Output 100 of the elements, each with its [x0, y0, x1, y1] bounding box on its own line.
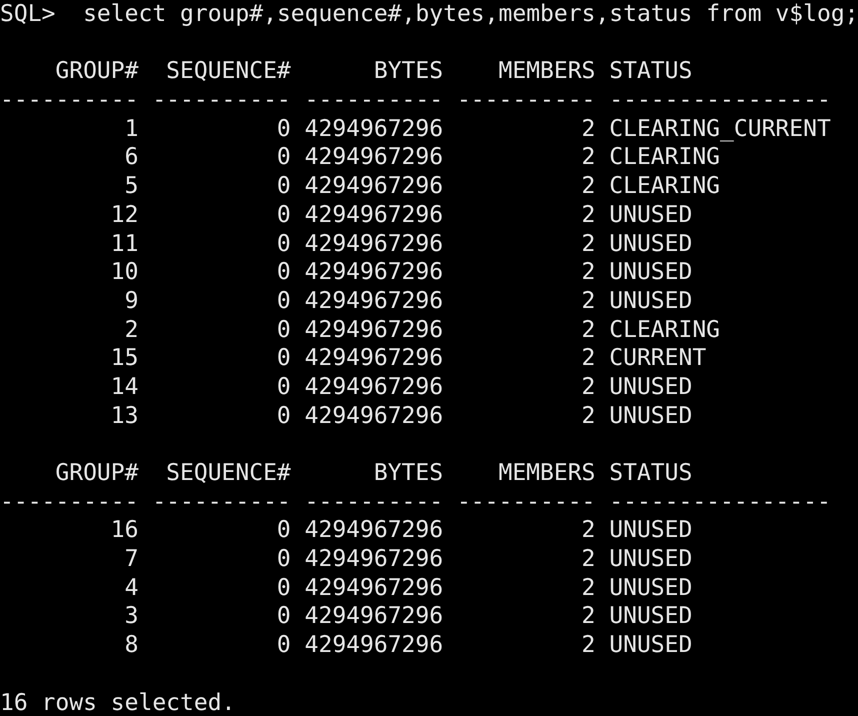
table-cell-text: 2	[580, 516, 596, 546]
table-cell-text: 3	[124, 602, 138, 632]
table-cell-text: UNUSED	[609, 602, 694, 632]
table-cell: CLEARING_CURRENT	[609, 114, 831, 144]
table-cell: 4294967296	[304, 286, 444, 316]
table-cell-text: 7	[124, 545, 138, 574]
table-cell-text: 12	[110, 200, 138, 230]
table-cell: 4294967296	[304, 402, 444, 430]
table-cell: 4294967296	[304, 172, 444, 201]
table-cell-text: 0	[276, 402, 291, 430]
table-cell-text: UNUSED	[609, 286, 694, 316]
separator-dashes: ----------	[152, 86, 291, 115]
column-header: GROUP#	[54, 57, 138, 86]
column-header: SEQUENCE#	[165, 57, 291, 86]
table-cell: 4294967296	[304, 200, 444, 230]
separator-dashes: ----------	[456, 86, 596, 115]
table-cell-text: 2	[580, 545, 596, 574]
table-cell-text: 1	[124, 114, 138, 144]
column-header: GROUP#	[54, 459, 138, 488]
table-cell-text: 2	[580, 172, 596, 201]
table-cell-text: UNUSED	[609, 574, 694, 602]
separator-dashes: ----------	[0, 488, 138, 516]
table-cell-text: 2	[580, 574, 596, 602]
column-header: STATUS	[609, 459, 694, 488]
table-cell-text: 0	[276, 114, 291, 144]
table-cell-text: 2	[580, 631, 596, 660]
column-header: BYTES	[372, 57, 444, 86]
table-cell-text: 0	[276, 631, 291, 660]
table-cell-text: 16	[110, 516, 138, 546]
sql-command: select group#,sequence#,bytes,members,status from v$log;	[83, 0, 858, 29]
table-cell: 4294967296	[304, 574, 444, 602]
table-cell-text: UNUSED	[609, 230, 694, 258]
table-cell-text: 2	[124, 316, 138, 344]
table-cell-text: 4	[124, 574, 138, 602]
table-cell-text: 0	[276, 516, 291, 546]
table-cell-text: 0	[276, 172, 291, 201]
table-cell-text: 2	[580, 230, 596, 258]
table-cell-text: UNUSED	[609, 200, 694, 230]
table-cell: 4294967296	[304, 258, 444, 287]
table-cell-text: 0	[276, 230, 291, 258]
table-cell-text: 0	[276, 344, 291, 373]
table-cell-text: UNUSED	[609, 631, 694, 660]
table-cell: 4294967296	[304, 602, 444, 632]
table-cell-text: 0	[276, 143, 291, 172]
table-cell-text: 5	[124, 172, 138, 201]
separator-dashes: ----------	[456, 488, 596, 516]
table-cell-text: CLEARING	[609, 316, 722, 344]
row-count-message: 16 rows selected.	[0, 688, 236, 716]
table-cell-text: UNUSED	[609, 372, 694, 402]
table-cell-text: 2	[580, 286, 596, 316]
table-cell: 4294967296	[304, 516, 444, 546]
table-cell-text: 0	[276, 602, 291, 632]
table-cell-text: 0	[276, 545, 291, 574]
table-cell: 4294967296	[304, 316, 444, 344]
table-cell-text: 2	[580, 602, 596, 632]
separator-dashes: ----------	[0, 86, 138, 115]
table-cell-text: CLEARING	[609, 143, 722, 172]
table-cell-text: 2	[580, 258, 596, 287]
table-cell-text: UNUSED	[609, 545, 694, 574]
separator-dashes: ----------------	[609, 86, 831, 115]
table-cell: 4294967296	[304, 114, 444, 144]
table-cell-text: UNUSED	[609, 402, 694, 430]
table-cell: 4294967296	[304, 230, 444, 258]
table-cell-text: 0	[276, 258, 291, 287]
table-cell-text: CLEARING	[609, 172, 722, 201]
column-header: SEQUENCE#	[165, 459, 291, 488]
sql-prompt: SQL>	[0, 0, 56, 29]
column-header: STATUS	[609, 57, 694, 86]
column-header: MEMBERS	[497, 57, 596, 86]
table-cell-text: 2	[580, 372, 596, 402]
separator-dashes: ----------	[304, 488, 444, 516]
table-cell-text: 0	[276, 574, 291, 602]
table-cell-text: 14	[110, 372, 138, 402]
table-cell: 4294967296	[304, 143, 444, 172]
table-cell-text: 2	[580, 143, 596, 172]
separator-dashes: ----------	[152, 488, 291, 516]
table-cell-text: UNUSED	[609, 516, 694, 546]
table-cell-text: 0	[276, 372, 291, 402]
table-cell: 4294967296	[304, 372, 444, 402]
table-cell-text: 2	[580, 316, 596, 344]
table-cell-text: 8	[124, 631, 138, 660]
table-cell-text: 2	[580, 344, 596, 373]
column-header: MEMBERS	[497, 459, 596, 488]
table-cell-text: 11	[110, 230, 138, 258]
table-cell-text: 2	[580, 200, 596, 230]
table-cell-text: 13	[110, 402, 138, 430]
separator-dashes: ----------	[304, 86, 444, 115]
column-header: BYTES	[372, 459, 444, 488]
table-cell: 4294967296	[304, 631, 444, 660]
table-cell-text: 0	[276, 200, 291, 230]
table-cell: 4294967296	[304, 344, 444, 373]
table-cell: 4294967296	[304, 545, 444, 574]
table-cell-text: 6	[124, 143, 138, 172]
table-cell-text: 0	[276, 316, 291, 344]
table-cell-text: 2	[580, 402, 596, 430]
table-cell-text: 15	[110, 344, 138, 373]
table-cell-text: UNUSED	[609, 258, 694, 287]
table-cell-text: 2	[580, 114, 596, 144]
separator-dashes: ----------------	[609, 488, 831, 516]
table-cell-text: 0	[276, 286, 291, 316]
